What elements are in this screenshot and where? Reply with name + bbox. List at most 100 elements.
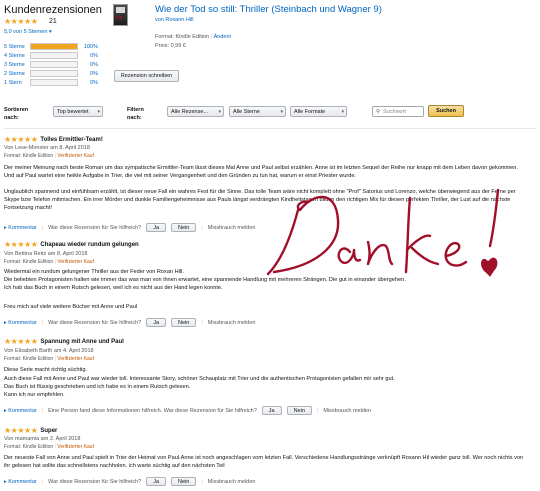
search-input[interactable]: ⚲ Suchwort — [372, 106, 424, 117]
histogram-row[interactable]: 3 Sterne 0% — [4, 60, 98, 69]
histogram-bar — [30, 79, 78, 86]
histogram-pct: 0% — [90, 52, 98, 59]
histogram-row[interactable]: 2 Sterne 0% — [4, 69, 98, 78]
format-filter-value: Alle Formate — [294, 108, 326, 115]
rating-count: 21 — [49, 18, 57, 25]
report-abuse-link[interactable]: Missbrauch melden — [208, 225, 256, 231]
helpful-no-button[interactable]: Nein — [171, 477, 197, 486]
helpful-question: War diese Rezension für Sie hilfreich? — [48, 224, 142, 231]
review-title[interactable]: Tolles Ermittler-Team! — [40, 137, 102, 143]
separator: | — [41, 407, 44, 414]
histogram-pct: 0% — [90, 79, 98, 86]
review-actions: ▸ Kommentar | Eine Person fand diese Inf… — [4, 406, 371, 415]
histogram-label: 2 Sterne — [4, 70, 25, 77]
review-stars: ★★★★★ — [4, 240, 38, 249]
change-format-link[interactable]: Ändern — [214, 34, 232, 40]
separator: | — [316, 407, 319, 414]
helpful-yes-button[interactable]: Ja — [146, 223, 167, 232]
chevron-down-icon: ▾ — [48, 29, 52, 35]
search-button[interactable]: Suchen — [428, 105, 464, 117]
handwritten-danke-drawing — [266, 188, 500, 277]
review-body: Freu mich auf viele weitere Bücher mit A… — [4, 304, 138, 310]
comment-link[interactable]: ▸ Kommentar — [4, 320, 37, 326]
separator: | — [41, 224, 44, 231]
chevron-down-icon: ▾ — [97, 108, 100, 115]
histogram-row[interactable]: 4 Sterne 0% — [4, 51, 98, 60]
comment-link[interactable]: ▸ Kommentar — [4, 225, 37, 231]
comment-label: Kommentar — [8, 407, 37, 414]
star-filter-select[interactable]: Alle Sterne ▾ — [229, 106, 286, 117]
histogram-label: 4 Sterne — [4, 52, 25, 59]
review-header: ★★★★★ Tolles Ermittler-Team! — [4, 136, 103, 144]
review-format: Format: Kindle Edition | Verifizierter K… — [4, 356, 94, 362]
comment-link[interactable]: ▸ Kommentar — [4, 408, 37, 414]
helpful-yes-button[interactable]: Ja — [146, 477, 167, 486]
reviews-heading: Kundenrezensionen — [4, 4, 102, 16]
review-meta: Von mamamia am 2. April 2018 — [4, 436, 81, 442]
histogram-label: 3 Sterne — [4, 61, 25, 68]
review-format-text: Format: Kindle Edition — [4, 153, 54, 159]
avg-rating-text: 5,0 von 5 Sternen — [4, 29, 48, 35]
helpful-no-button[interactable]: Nein — [171, 223, 197, 232]
review-title[interactable]: Spannung mit Anne und Paul — [40, 339, 123, 345]
review-actions: ▸ Kommentar | War diese Rezension für Si… — [4, 223, 255, 232]
reviewer-filter-select[interactable]: Alle Rezense... ▾ — [167, 106, 224, 117]
chevron-down-icon: ▾ — [280, 108, 283, 115]
search-placeholder: Suchwort — [383, 108, 406, 115]
helpful-question: War diese Rezension für Sie hilfreich? — [48, 478, 142, 485]
helpful-yes-button[interactable]: Ja — [146, 318, 167, 327]
review-actions: ▸ Kommentar | War diese Rezension für Si… — [4, 318, 255, 327]
comment-icon: ▸ — [4, 478, 7, 485]
histogram-label: 1 Stern — [4, 79, 22, 86]
separator: | — [201, 224, 203, 231]
histogram-pct: 0% — [90, 61, 98, 68]
histogram-row[interactable]: 5 Sterne 100% — [4, 42, 98, 51]
format-filter-select[interactable]: Alle Formate ▾ — [290, 106, 347, 117]
separator: | — [201, 319, 203, 326]
review-title[interactable]: Chapeau wieder rundum gelungen — [40, 242, 138, 248]
review-format: Format: Kindle Edition | Verifizierter K… — [4, 259, 94, 265]
verified-purchase-badge: Verifizierter Kauf — [57, 444, 94, 450]
report-abuse-link[interactable]: Missbrauch melden — [208, 320, 256, 326]
comment-icon: ▸ — [4, 407, 7, 414]
write-review-button[interactable]: Rezension schreiben — [114, 70, 179, 82]
helpful-yes-button[interactable]: Ja — [261, 406, 282, 415]
comment-label: Kommentar — [8, 319, 37, 326]
comment-link[interactable]: ▸ Kommentar — [4, 479, 37, 485]
author-link[interactable]: von Roxann Hill — [155, 17, 194, 23]
avg-rating-link[interactable]: 5,0 von 5 Sternen ▾ — [4, 29, 52, 35]
review-meta: Von Bettina Reitz am 8. April 2018 — [4, 251, 88, 257]
format-separator: | — [54, 356, 56, 362]
chevron-down-icon: ▾ — [341, 108, 344, 115]
review-stars: ★★★★★ — [4, 135, 38, 144]
helpful-no-button[interactable]: Nein — [286, 406, 312, 415]
histogram-row[interactable]: 1 Stern 0% — [4, 78, 98, 87]
report-abuse-link[interactable]: Missbrauch melden — [208, 479, 256, 485]
review-body: Diese Serie macht richtig süchtig. — [4, 367, 88, 373]
comment-label: Kommentar — [8, 224, 37, 231]
separator: | — [41, 478, 44, 485]
comment-icon: ▸ — [4, 224, 7, 231]
histogram-bar — [30, 52, 78, 59]
helpful-no-button[interactable]: Nein — [171, 318, 197, 327]
format-separator: | — [54, 153, 56, 159]
review-stars: ★★★★★ — [4, 337, 38, 346]
comment-label: Kommentar — [8, 478, 37, 485]
review-title[interactable]: Super — [40, 428, 57, 434]
review-format-text: Format: Kindle Edition — [4, 356, 54, 362]
separator: | — [201, 478, 203, 485]
format-info: Format: Kindle Edition | Ändern — [155, 34, 231, 40]
helpful-question: War diese Rezension für Sie hilfreich? — [48, 319, 142, 326]
product-title-link[interactable]: Wie der Tod so still: Thriller (Steinbac… — [155, 4, 382, 15]
format-separator: | — [54, 444, 56, 450]
review-body: Kann ich nur empfehlen. — [4, 392, 65, 398]
sort-label: Sortieren nach: — [4, 107, 29, 121]
review-header: ★★★★★ Spannung mit Anne und Paul — [4, 338, 124, 346]
sort-select[interactable]: Top bewertet ▾ — [53, 106, 103, 117]
book-cover-thumbnail[interactable]: TOD — [113, 4, 128, 26]
report-abuse-link[interactable]: Missbrauch melden — [323, 408, 371, 414]
review-format-text: Format: Kindle Edition — [4, 444, 54, 450]
sort-value: Top bewertet — [57, 108, 89, 115]
review-meta: Von Elisabeth Barth am 4. April 2018 — [4, 348, 94, 354]
format-separator: | — [210, 34, 213, 40]
